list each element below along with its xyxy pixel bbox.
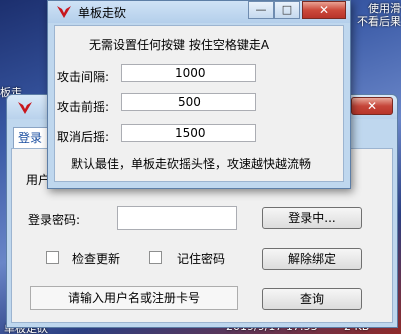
close-button[interactable]: ✕ (351, 97, 393, 115)
attack-interval-label: 攻击间隔: (57, 70, 110, 84)
maximize-button[interactable]: □ (274, 1, 300, 19)
desktop-background-text: 使用滑 不看后果 (349, 2, 401, 28)
hint-text: 无需设置任何按键 按住空格键走A (89, 38, 270, 52)
desktop-text-line1: 使用滑 (368, 2, 401, 15)
cancel-backswing-label: 取消后摇: (57, 130, 110, 144)
cancel-backswing-input[interactable]: 1500 (121, 124, 256, 142)
main-window-client: 无需设置任何按键 按住空格键走A 攻击间隔: 1000 攻击前摇: 500 取消… (54, 25, 344, 182)
close-button[interactable]: ✕ (302, 1, 346, 19)
password-label: 登录密码: (28, 213, 81, 227)
check-update-label: 检查更新 (72, 252, 121, 266)
footer-text: 默认最佳，单板走砍摇头怪，攻速越快越流畅 (71, 157, 312, 171)
minimize-button[interactable]: — (248, 1, 274, 19)
main-window-titlebar[interactable]: 单板走砍 — □ ✕ (48, 1, 350, 23)
card-number-input[interactable]: 请输入用户名或注册卡号 (30, 286, 238, 310)
attack-windup-input[interactable]: 500 (121, 93, 256, 111)
attack-windup-label: 攻击前摇: (57, 100, 110, 114)
desktop-text-line2: 不看后果 (357, 15, 401, 28)
attack-interval-input[interactable]: 1000 (121, 64, 256, 82)
unbind-button[interactable]: 解除绑定 (262, 248, 362, 270)
app-logo-icon (57, 6, 71, 18)
window-title: 单板走砍 (78, 6, 127, 20)
login-button[interactable]: 登录中... (262, 207, 362, 229)
remember-password-label: 记住密码 (177, 252, 226, 266)
main-window: 单板走砍 — □ ✕ 无需设置任何按键 按住空格键走A 攻击间隔: 1000 攻… (47, 0, 351, 189)
password-input[interactable] (117, 206, 237, 230)
check-update-checkbox[interactable] (46, 251, 59, 264)
remember-password-checkbox[interactable] (149, 251, 162, 264)
app-logo-icon (18, 102, 32, 114)
query-button[interactable]: 查询 (262, 288, 362, 310)
